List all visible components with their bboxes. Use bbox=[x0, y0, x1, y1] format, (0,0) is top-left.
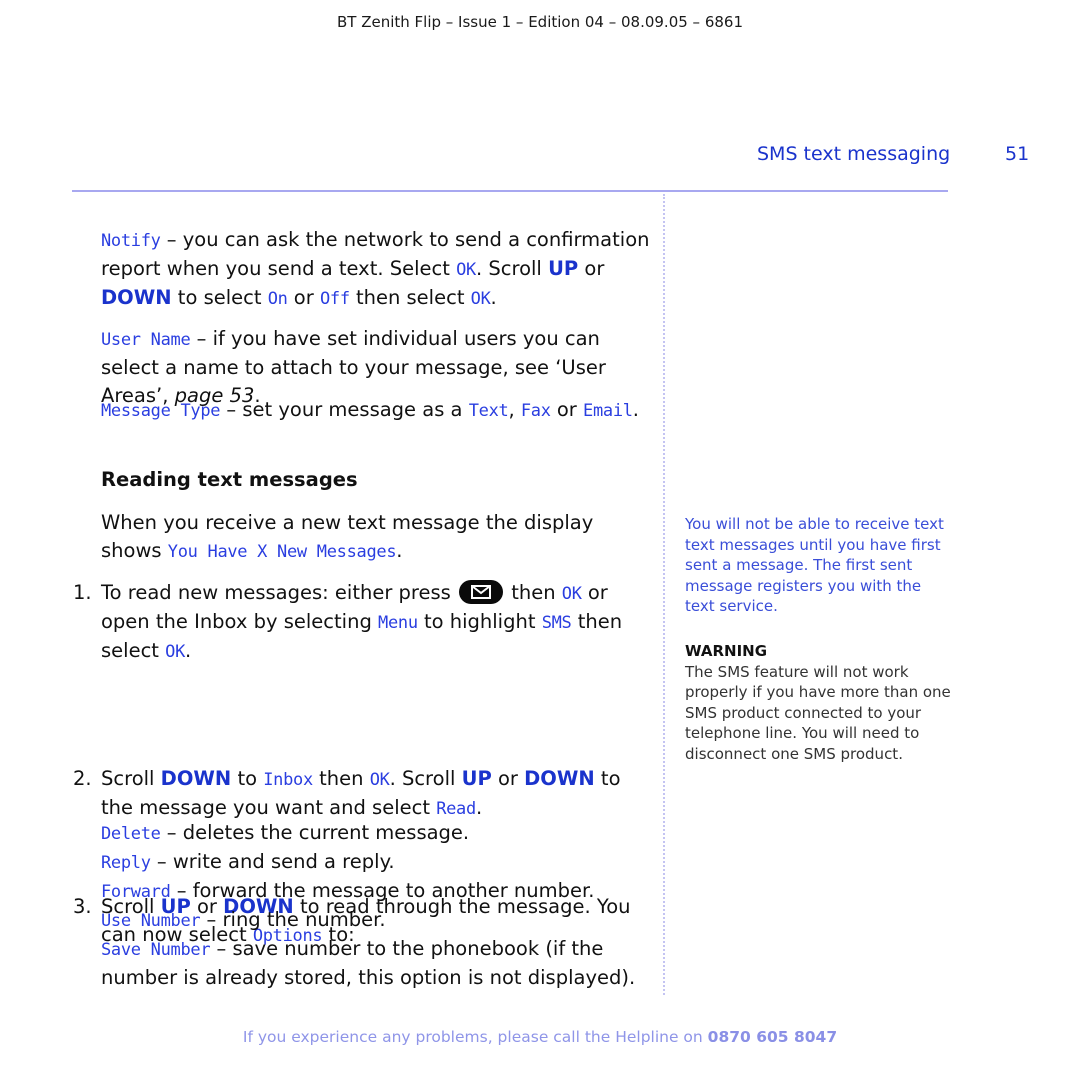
envelope-key-icon bbox=[459, 580, 504, 604]
header-rule bbox=[72, 190, 948, 192]
section-title: SMS text messaging bbox=[757, 143, 951, 165]
lcd-display-text: You Have X New Messages bbox=[167, 542, 397, 562]
message-type-option: Message Type – set your message as a Tex… bbox=[101, 398, 639, 421]
intro-paragraph: When you receive a new text message the … bbox=[101, 511, 594, 562]
option-item: Reply – write and send a reply. bbox=[101, 850, 395, 873]
notify-option: Notify – you can ask the network to send… bbox=[101, 228, 650, 309]
option-item: Forward – forward the message to another… bbox=[101, 879, 595, 902]
helpline-number: 0870 605 8047 bbox=[707, 1028, 838, 1046]
column-divider bbox=[663, 194, 665, 995]
options-list: Delete – deletes the current message. Re… bbox=[101, 819, 651, 992]
sidebar-note: You will not be able to receive text tex… bbox=[685, 515, 944, 616]
page-number: 51 bbox=[1005, 143, 1030, 165]
warning-text: The SMS feature will not work properly i… bbox=[685, 662, 951, 763]
warning-box: WARNING The SMS feature will not work pr… bbox=[685, 641, 955, 765]
section-heading: Reading text messages bbox=[101, 468, 358, 491]
document-id: BT Zenith Flip – Issue 1 – Edition 04 – … bbox=[336, 13, 743, 31]
step-1: 1. To read new messages: either press th… bbox=[73, 580, 623, 662]
warning-title: WARNING bbox=[685, 642, 768, 660]
step-2: 2. Scroll DOWN to Inbox then OK. Scroll … bbox=[73, 767, 621, 819]
up-key: UP bbox=[548, 257, 579, 280]
down-key: DOWN bbox=[101, 286, 172, 309]
lcd-term: Notify bbox=[101, 231, 161, 251]
option-item: Use Number – ring the number. bbox=[101, 908, 386, 931]
option-item: Save Number – save number to the phonebo… bbox=[101, 937, 636, 989]
footer-helpline: If you experience any problems, please c… bbox=[242, 1028, 838, 1046]
option-item: Delete – deletes the current message. bbox=[101, 821, 470, 844]
